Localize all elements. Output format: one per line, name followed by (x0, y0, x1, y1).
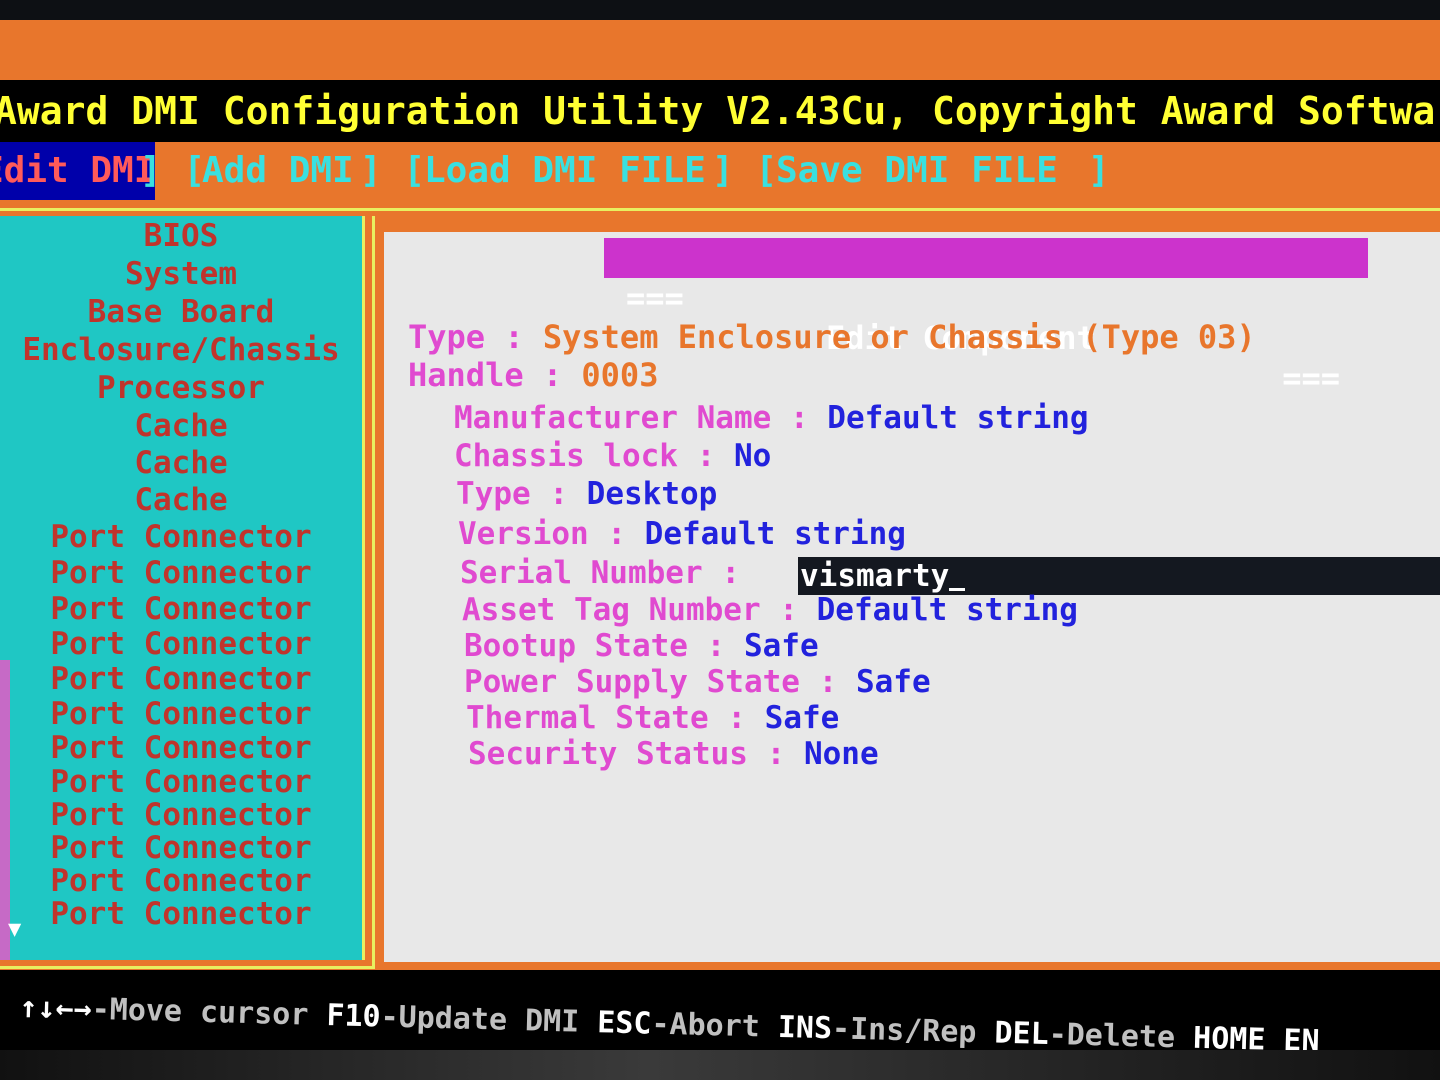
hint-desc: -Move cursor (91, 991, 309, 1033)
field-label: Type (456, 476, 531, 512)
field-label: Manufacturer Name (454, 400, 772, 436)
menu-edit-dmi[interactable]: Edit DMI (0, 142, 156, 200)
menu-bar: Edit DMI ] [ Add DMI ] [ Load DMI FILE ]… (0, 142, 1440, 200)
field-value: Default string (644, 516, 906, 552)
field-thermal-state[interactable]: Thermal State : Safe (466, 700, 839, 736)
component-list-frame (0, 216, 375, 969)
field-label: Chassis lock (454, 438, 678, 474)
field-asset-tag-number[interactable]: Asset Tag Number : Default string (462, 592, 1078, 628)
hint-key: HOME (1192, 1020, 1266, 1050)
serial-number-input[interactable]: vismarty (798, 557, 1440, 595)
field-value: None (803, 736, 879, 772)
field-label: Security Status (468, 736, 748, 772)
handle-separator: : (542, 356, 563, 394)
field-separator: : (818, 664, 838, 700)
serial-number-input-value: vismarty (800, 558, 950, 594)
field-version[interactable]: Version : Default string (458, 516, 906, 552)
menu-add-dmi[interactable]: Add DMI (202, 142, 354, 200)
bios-screen: Award DMI Configuration Utility V2.43Cu,… (0, 20, 1440, 1050)
hint-desc: -Ins/Rep (831, 1011, 977, 1050)
field-separator: : (696, 438, 716, 474)
field-separator: : (549, 476, 568, 512)
edit-component-banner: === Edit Component === (604, 238, 1368, 397)
handle-line: Handle : 0003 (408, 356, 658, 394)
hint-desc: -Abort (651, 1006, 761, 1045)
type-line: Type : System Enclosure or Chassis (Type… (408, 318, 1256, 356)
menu-load-dmi-file[interactable]: Load DMI FILE (424, 142, 706, 200)
field-label: Asset Tag Number (462, 592, 761, 628)
title-bar: Award DMI Configuration Utility V2.43Cu,… (0, 80, 1440, 142)
monitor-bezel (0, 1050, 1440, 1080)
field-value: Safe (743, 628, 819, 664)
field-power-supply-state[interactable]: Power Supply State : Safe (464, 664, 931, 700)
field-bootup-state[interactable]: Bootup State : Safe (464, 628, 819, 664)
hint-key: ESC (596, 1005, 652, 1042)
scrollbar[interactable] (0, 660, 10, 960)
type-label: Type (408, 318, 486, 356)
menu-bracket: ] [ (360, 150, 426, 191)
field-separator: : (727, 700, 746, 736)
hint-key: DEL (994, 1015, 1050, 1050)
field-manufacturer-name[interactable]: Manufacturer Name : Default string (454, 400, 1089, 436)
key-hints: ↑↓←→-Move cursor F10-Update DMI ESC-Abor… (19, 988, 1320, 1050)
menu-bracket: ] [ (140, 150, 206, 191)
field-separator: : (721, 555, 740, 591)
field-security-status[interactable]: Security Status : None (468, 736, 879, 772)
field-value: No (733, 438, 772, 474)
type-value: System Enclosure or Chassis (Type 03) (542, 318, 1256, 356)
field-chassis-lock[interactable]: Chassis lock : No (454, 438, 771, 474)
field-separator: : (789, 400, 809, 436)
menu-divider (0, 208, 1440, 211)
banner-decoration: === (1282, 359, 1340, 397)
hint-key: EN (1282, 1023, 1321, 1050)
field-value: Default string (816, 592, 1078, 628)
field-label: Version (458, 516, 589, 552)
hint-desc: -Update DMI (380, 999, 580, 1040)
hint-key: F10 (325, 998, 382, 1035)
app-title: Award DMI Configuration Utility V2.43Cu,… (0, 89, 1440, 133)
field-label: Thermal State (466, 700, 709, 736)
hint-key: INS (777, 1009, 833, 1047)
field-value: Default string (827, 400, 1089, 436)
menu-add-dmi-label: Add DMI (202, 150, 354, 191)
edit-component-panel: === Edit Component === Type : System Enc… (384, 232, 1440, 962)
type-separator: : (504, 318, 524, 356)
text-cursor (949, 588, 966, 591)
menu-edit-dmi-label: Edit DMI (0, 150, 156, 191)
menu-load-dmi-file-label: Load DMI FILE (424, 150, 706, 191)
field-separator: : (766, 736, 786, 772)
field-value: Safe (764, 700, 840, 736)
field-serial-number[interactable]: Serial Number : (460, 555, 740, 591)
menu-save-dmi-file-label: Save DMI FILE (776, 150, 1058, 191)
down-triangle-icon[interactable]: ▼ (8, 917, 21, 942)
key-hint-bar: ↑↓←→-Move cursor F10-Update DMI ESC-Abor… (0, 970, 1440, 1050)
field-value: Safe (855, 664, 931, 700)
field-value: Desktop (586, 476, 718, 512)
handle-value: 0003 (581, 356, 659, 394)
hint-desc: -Delete (1048, 1016, 1176, 1050)
banner-decoration: === (626, 279, 684, 317)
field-separator: : (706, 628, 726, 664)
field-label: Serial Number (460, 555, 703, 591)
field-label: Bootup State (464, 628, 688, 664)
menu-save-dmi-file[interactable]: Save DMI FILE (776, 142, 1058, 200)
hint-key: ↑↓←→ (19, 989, 93, 1027)
menu-bracket: ] (1088, 150, 1110, 191)
field-type[interactable]: Type : Desktop (456, 476, 717, 512)
menu-bracket: ] [ (712, 150, 778, 191)
field-label: Power Supply State (464, 664, 800, 700)
field-separator: : (607, 516, 626, 552)
handle-label: Handle (408, 356, 524, 394)
field-separator: : (779, 592, 798, 628)
